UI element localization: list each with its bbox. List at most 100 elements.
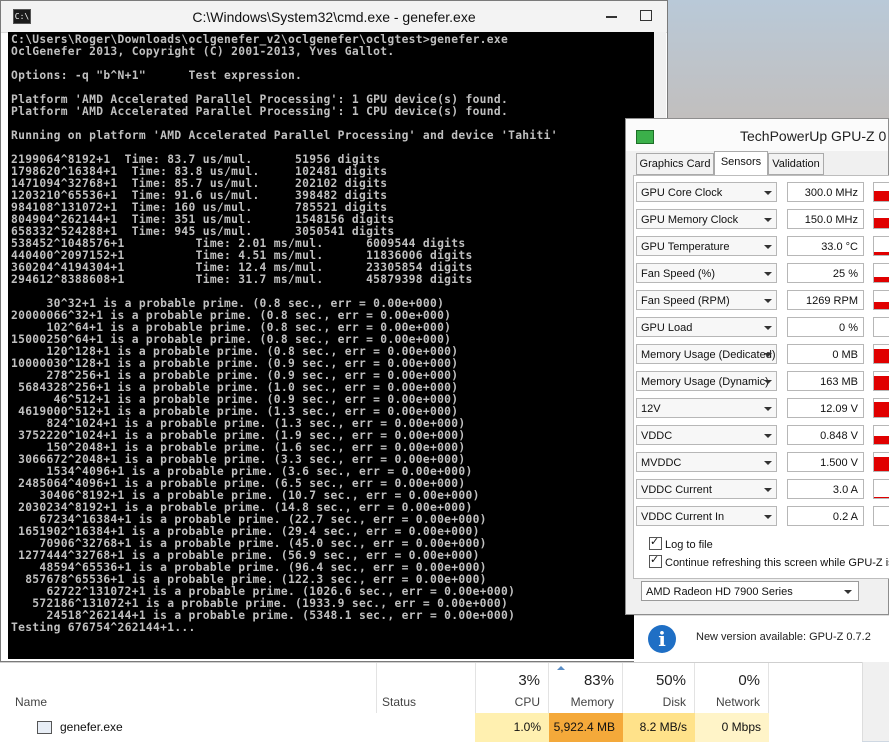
- sensor-row: GPU Temperature 33.0 °C: [636, 236, 889, 258]
- tab-sensors[interactable]: Sensors: [714, 151, 768, 176]
- sensor-graph: [873, 398, 889, 418]
- column-header-disk[interactable]: 50% Disk: [623, 663, 695, 713]
- sensor-graph: [873, 290, 889, 310]
- chevron-down-icon: [764, 191, 772, 195]
- sensor-graph: [873, 344, 889, 364]
- continue-refresh-checkbox[interactable]: Continue refreshing this screen while GP…: [649, 553, 889, 569]
- sensor-label: VDDC: [641, 430, 673, 442]
- checkbox-checked-icon: [649, 553, 662, 568]
- application-icon: [37, 721, 52, 734]
- sensor-row: VDDC Current In 0.2 A: [636, 506, 889, 528]
- sensor-label-dropdown[interactable]: Memory Usage (Dynamic): [636, 371, 777, 391]
- sensor-row: GPU Core Clock 300.0 MHz: [636, 182, 889, 204]
- sensor-row: 12V 12.09 V: [636, 398, 889, 420]
- sensor-row: Memory Usage (Dynamic) 163 MB: [636, 371, 889, 393]
- continue-refresh-label: Continue refreshing this screen while GP…: [665, 557, 889, 569]
- console-output-area[interactable]: C:\Users\Roger\Downloads\oclgenefer_v2\o…: [8, 32, 656, 659]
- sensor-label-dropdown[interactable]: MVDDC: [636, 452, 777, 472]
- sensor-graph-fill: [874, 191, 889, 201]
- maximize-button[interactable]: [631, 5, 661, 25]
- log-to-file-checkbox[interactable]: Log to file: [649, 535, 713, 551]
- sensor-row: Fan Speed (RPM) 1269 RPM: [636, 290, 889, 312]
- sensor-graph-fill: [874, 302, 889, 309]
- sensor-graph: [873, 236, 889, 256]
- sensor-graph-fill: [874, 277, 889, 282]
- chevron-down-icon: [844, 590, 852, 594]
- sensor-graph: [873, 182, 889, 202]
- sensor-graph-fill: [874, 252, 889, 255]
- network-label: Network: [715, 695, 760, 709]
- sensor-graph: [873, 452, 889, 472]
- sensor-label-dropdown[interactable]: VDDC Current: [636, 479, 777, 499]
- sensor-graph: [873, 479, 889, 499]
- sensor-label-dropdown[interactable]: VDDC: [636, 425, 777, 445]
- sensor-row: VDDC Current 3.0 A: [636, 479, 889, 501]
- sensor-graph: [873, 263, 889, 283]
- chevron-down-icon: [764, 515, 772, 519]
- chevron-down-icon: [764, 353, 772, 357]
- sensor-label: GPU Core Clock: [641, 187, 723, 199]
- disk-label: Disk: [662, 695, 686, 709]
- memory-label: Memory: [570, 695, 614, 709]
- sensor-label-dropdown[interactable]: 12V: [636, 398, 777, 418]
- process-row[interactable]: genefer.exe 1.0% 5,922.4 MB 8.2 MB/s 0 M…: [0, 713, 862, 742]
- sensor-label-dropdown[interactable]: GPU Core Clock: [636, 182, 777, 202]
- device-select[interactable]: AMD Radeon HD 7900 Series: [641, 581, 859, 601]
- sensor-value: 12.09 V: [787, 398, 864, 418]
- sensor-label-dropdown[interactable]: GPU Load: [636, 317, 777, 337]
- gpuz-window-title: TechPowerUp GPU-Z 0: [740, 128, 887, 144]
- sensor-value: 0.848 V: [787, 425, 864, 445]
- sensor-graph-fill: [874, 218, 889, 228]
- chevron-down-icon: [764, 245, 772, 249]
- sensor-label: Fan Speed (%): [641, 268, 715, 280]
- sensor-label-dropdown[interactable]: GPU Temperature: [636, 236, 777, 256]
- info-icon: i: [648, 625, 676, 653]
- chevron-down-icon: [764, 461, 772, 465]
- memory-percent: 83%: [583, 672, 614, 689]
- column-header-status[interactable]: Status: [382, 695, 416, 709]
- update-notification[interactable]: i New version available: GPU-Z 0.7.2: [634, 615, 889, 663]
- sensor-label-dropdown[interactable]: GPU Memory Clock: [636, 209, 777, 229]
- sensor-label: Fan Speed (RPM): [641, 295, 730, 307]
- disk-percent: 50%: [655, 672, 686, 689]
- sensor-graph-fill: [874, 349, 889, 363]
- cpu-percent: 3%: [518, 672, 540, 689]
- column-header-cpu[interactable]: 3% CPU: [475, 663, 549, 713]
- log-to-file-label: Log to file: [665, 539, 713, 551]
- sensor-label: Memory Usage (Dedicated): [641, 349, 776, 361]
- sensor-label-dropdown[interactable]: Memory Usage (Dedicated): [636, 344, 777, 364]
- sensor-value: 25 %: [787, 263, 864, 283]
- cmd-title-bar[interactable]: C:\ C:\Windows\System32\cmd.exe - genefe…: [1, 1, 667, 33]
- column-header-network[interactable]: 0% Network: [695, 663, 769, 713]
- sensor-graph: [873, 209, 889, 229]
- sensor-label-dropdown[interactable]: Fan Speed (%): [636, 263, 777, 283]
- sensor-label: VDDC Current: [641, 484, 712, 496]
- minimize-button[interactable]: [597, 5, 627, 25]
- chevron-down-icon: [764, 326, 772, 330]
- task-manager-scrollbar[interactable]: [862, 662, 889, 741]
- sensor-label-dropdown[interactable]: Fan Speed (RPM): [636, 290, 777, 310]
- sensor-label: 12V: [641, 403, 661, 415]
- cpu-label: CPU: [514, 695, 540, 709]
- gpuz-window[interactable]: TechPowerUp GPU-Z 0 Graphics Card Sensor…: [625, 118, 889, 615]
- column-header-memory[interactable]: 83% Memory: [549, 663, 623, 713]
- process-name: genefer.exe: [60, 720, 123, 734]
- sensor-value: 163 MB: [787, 371, 864, 391]
- sensor-label: GPU Load: [641, 322, 693, 334]
- column-header-name[interactable]: Name: [15, 695, 47, 709]
- gpuz-app-icon: [636, 130, 654, 144]
- sensor-value: 3.0 A: [787, 479, 864, 499]
- sensor-row: GPU Memory Clock 150.0 MHz: [636, 209, 889, 231]
- console-text: C:\Users\Roger\Downloads\oclgenefer_v2\o…: [11, 33, 558, 634]
- tab-graphics-card[interactable]: Graphics Card: [636, 153, 714, 175]
- cmd-window[interactable]: C:\ C:\Windows\System32\cmd.exe - genefe…: [0, 0, 668, 662]
- tab-validation[interactable]: Validation: [768, 153, 824, 175]
- gpuz-title-bar[interactable]: TechPowerUp GPU-Z 0: [626, 119, 888, 151]
- sensor-label: MVDDC: [641, 457, 682, 469]
- chevron-down-icon: [764, 299, 772, 303]
- sensor-value: 150.0 MHz: [787, 209, 864, 229]
- checkbox-checked-icon: [649, 535, 662, 550]
- sensor-label-dropdown[interactable]: VDDC Current In: [636, 506, 777, 526]
- network-percent: 0%: [738, 672, 760, 689]
- sensor-label: Memory Usage (Dynamic): [641, 376, 769, 388]
